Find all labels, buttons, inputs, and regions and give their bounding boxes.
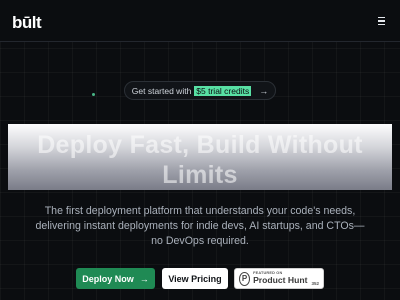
hamburger-menu-icon[interactable]	[374, 14, 388, 28]
announcement-prefix: Get started with	[131, 85, 192, 96]
logo[interactable]: būlt	[12, 13, 42, 33]
deploy-now-button[interactable]: Deploy Now →	[76, 268, 155, 289]
view-pricing-button[interactable]: View Pricing	[162, 268, 228, 289]
product-hunt-icon: P	[239, 271, 251, 286]
deploy-now-label: Deploy Now	[82, 273, 134, 284]
product-hunt-name: Product Hunt	[253, 275, 308, 286]
decorative-dot	[92, 93, 95, 96]
arrow-right-icon: →	[259, 85, 269, 96]
product-hunt-badge[interactable]: P FEATURED ON Product Hunt 352	[234, 268, 324, 289]
top-navigation-bar: būlt	[0, 0, 400, 42]
product-hunt-count: 352	[311, 281, 319, 286]
hero-subtitle: The first deployment platform that under…	[35, 205, 365, 247]
hero-title: Deploy Fast, Build Without Limits	[37, 131, 363, 189]
product-hunt-text: FEATURED ON Product Hunt	[253, 271, 308, 286]
trial-credits-announcement[interactable]: Get started with $5 trial credits →	[124, 81, 276, 100]
announcement-highlight: $5 trial credits	[194, 85, 252, 96]
arrow-right-icon: →	[139, 273, 149, 284]
